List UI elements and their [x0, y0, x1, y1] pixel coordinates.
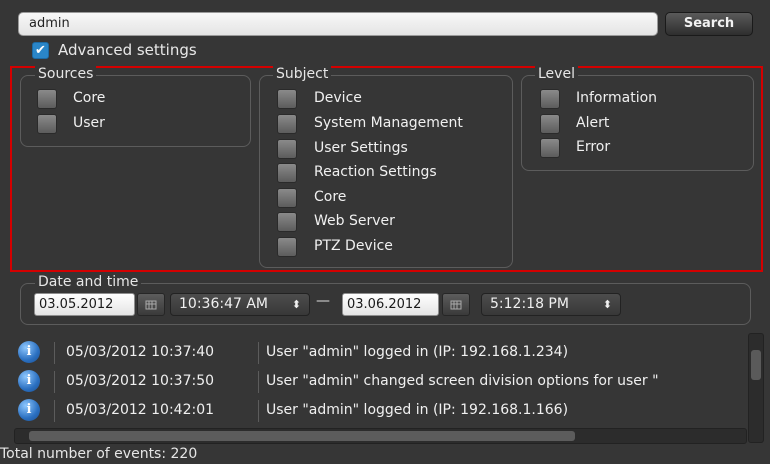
- subject-system-management-checkbox[interactable]: [277, 114, 297, 134]
- advanced-settings-checkbox[interactable]: ✔: [32, 42, 49, 59]
- level-error-label: Error: [576, 139, 611, 155]
- to-time-spinner-icon[interactable]: ⬍: [603, 294, 612, 315]
- level-information-label: Information: [576, 90, 658, 106]
- info-icon: i: [18, 341, 40, 363]
- vertical-scrollbar[interactable]: [748, 333, 764, 443]
- column-divider: [54, 400, 55, 422]
- event-row[interactable]: i 05/03/2012 10:37:50 User "admin" chang…: [14, 367, 747, 395]
- level-information-checkbox[interactable]: [540, 89, 560, 109]
- horizontal-scrollbar[interactable]: [14, 428, 747, 444]
- subject-web-server-label: Web Server: [314, 213, 395, 229]
- datetime-title: Date and time: [35, 274, 142, 290]
- event-log-list[interactable]: i 05/03/2012 10:37:40 User "admin" logge…: [14, 333, 747, 428]
- total-events-label: Total number of events: 220: [0, 446, 198, 462]
- column-divider: [54, 342, 55, 364]
- subject-user-settings-checkbox[interactable]: [277, 139, 297, 159]
- source-user-checkbox[interactable]: [37, 114, 57, 134]
- level-alert-label: Alert: [576, 115, 610, 131]
- event-time: 05/03/2012 10:37:40: [66, 344, 215, 360]
- search-input[interactable]: admin: [18, 12, 658, 36]
- subject-device-checkbox[interactable]: [277, 89, 297, 109]
- subject-core-label: Core: [314, 189, 347, 205]
- event-message: User "admin" changed screen division opt…: [266, 373, 659, 389]
- info-icon: i: [18, 399, 40, 421]
- subject-device-label: Device: [314, 90, 362, 106]
- column-divider: [258, 342, 259, 364]
- advanced-settings-label: Advanced settings: [58, 41, 197, 59]
- from-calendar-button[interactable]: [137, 293, 165, 316]
- sources-title: Sources: [35, 66, 97, 82]
- info-icon: i: [18, 370, 40, 392]
- source-core-checkbox[interactable]: [37, 89, 57, 109]
- search-button[interactable]: Search: [665, 12, 753, 36]
- subject-title: Subject: [273, 66, 332, 82]
- level-alert-checkbox[interactable]: [540, 114, 560, 134]
- subject-ptz-device-label: PTZ Device: [314, 238, 393, 254]
- subject-reaction-settings-checkbox[interactable]: [277, 163, 297, 183]
- subject-ptz-device-checkbox[interactable]: [277, 237, 297, 257]
- column-divider: [258, 371, 259, 393]
- calendar-icon: [450, 300, 462, 310]
- event-message: User "admin" logged in (IP: 192.168.1.16…: [266, 402, 569, 418]
- from-time-value: 10:36:47 AM: [179, 296, 268, 312]
- to-time-input[interactable]: 5:12:18 PM ⬍: [481, 293, 621, 316]
- from-time-spinner-icon[interactable]: ⬍: [292, 294, 301, 315]
- event-message: User "admin" logged in (IP: 192.168.1.23…: [266, 344, 569, 360]
- subject-core-checkbox[interactable]: [277, 188, 297, 208]
- source-core-label: Core: [73, 90, 106, 106]
- from-date-input[interactable]: 03.05.2012: [34, 293, 135, 316]
- to-date-input[interactable]: 03.06.2012: [342, 293, 439, 316]
- level-error-checkbox[interactable]: [540, 138, 560, 158]
- subject-reaction-settings-label: Reaction Settings: [314, 164, 437, 180]
- event-row[interactable]: i 05/03/2012 10:37:40 User "admin" logge…: [14, 338, 747, 366]
- subject-web-server-checkbox[interactable]: [277, 212, 297, 232]
- column-divider: [54, 371, 55, 393]
- horizontal-scroll-thumb[interactable]: [29, 431, 575, 441]
- event-time: 05/03/2012 10:37:50: [66, 373, 215, 389]
- subject-system-management-label: System Management: [314, 115, 463, 131]
- event-time: 05/03/2012 10:42:01: [66, 402, 215, 418]
- source-user-label: User: [73, 115, 105, 131]
- date-range-separator: —: [316, 293, 330, 309]
- calendar-icon: [145, 300, 157, 310]
- event-row[interactable]: i 05/03/2012 10:42:01 User "admin" logge…: [14, 396, 747, 424]
- level-title: Level: [535, 66, 578, 82]
- to-time-value: 5:12:18 PM: [490, 296, 569, 312]
- subject-user-settings-label: User Settings: [314, 140, 408, 156]
- from-time-input[interactable]: 10:36:47 AM ⬍: [170, 293, 310, 316]
- to-calendar-button[interactable]: [442, 293, 470, 316]
- sources-group: [20, 75, 251, 147]
- vertical-scroll-thumb[interactable]: [751, 350, 761, 380]
- column-divider: [258, 400, 259, 422]
